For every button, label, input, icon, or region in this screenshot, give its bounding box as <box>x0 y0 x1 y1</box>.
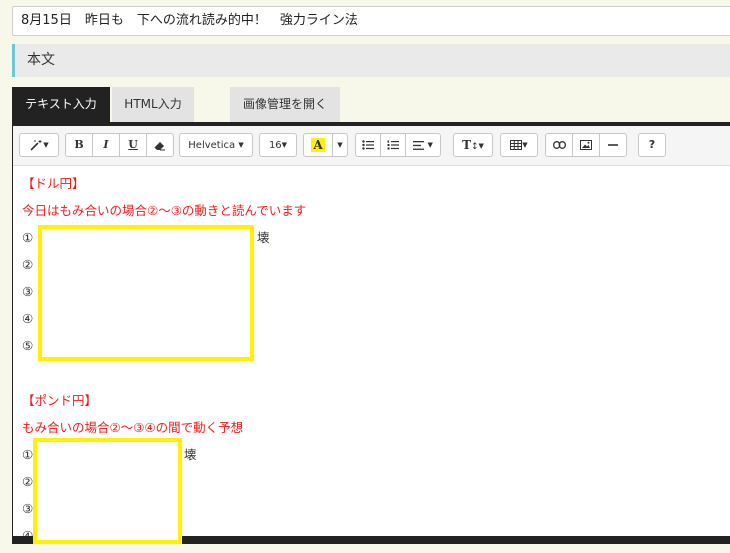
redaction-box <box>33 438 182 544</box>
font-size-value: 16 <box>268 140 282 151</box>
list-item-tail: 壊 <box>257 230 270 245</box>
list-item: ③ <box>22 284 34 299</box>
tab-text-input[interactable]: テキスト入力 <box>12 87 110 122</box>
magic-wand-icon <box>30 140 42 151</box>
pound-yen-heading: 【ポンド円】 <box>22 393 98 408</box>
align-dropdown-button[interactable]: ▼ <box>405 133 441 157</box>
pound-yen-forecast: もみ合いの場合②～③④の間で動く予想 <box>22 420 244 435</box>
font-family-dropdown[interactable]: Helvetica ▼ <box>179 133 253 157</box>
underline-button[interactable]: U <box>119 133 147 157</box>
table-dropdown-button[interactable]: ▼ <box>500 133 538 157</box>
dollar-yen-heading: 【ドル円】 <box>22 176 85 191</box>
magic-wand-button[interactable]: ▼ <box>19 133 59 157</box>
tab-html-input[interactable]: HTML入力 <box>112 87 194 122</box>
text-height-icon: T <box>462 138 471 152</box>
list-item: ② <box>22 257 34 272</box>
italic-button[interactable]: I <box>92 133 120 157</box>
redaction-box <box>38 225 254 361</box>
highlight-icon: A <box>311 138 325 152</box>
eraser-icon <box>154 141 165 150</box>
highlight-color-button[interactable]: A <box>303 133 333 157</box>
bold-button[interactable]: B <box>65 133 93 157</box>
text-size-dropdown[interactable]: T↕▼ <box>453 133 493 157</box>
align-icon <box>413 140 425 150</box>
numbered-list-button[interactable] <box>380 133 406 157</box>
table-icon <box>510 140 523 150</box>
link-button[interactable] <box>545 133 573 157</box>
chevron-down-icon: ▼ <box>337 141 343 149</box>
list-item: ① <box>22 230 34 245</box>
open-image-manager-button[interactable]: 画像管理を開く <box>230 87 340 122</box>
list-item: ⑤ <box>22 338 34 353</box>
bullet-list-icon <box>362 140 374 150</box>
color-dropdown-button[interactable]: ▼ <box>332 133 348 157</box>
numbered-list-icon <box>387 140 399 150</box>
list-item: ① <box>22 447 34 462</box>
eraser-button[interactable] <box>146 133 174 157</box>
help-button[interactable]: ? <box>638 133 666 157</box>
list-item: ④ <box>22 311 34 326</box>
font-size-dropdown[interactable]: 16▼ <box>259 133 297 157</box>
list-item-tail: 壊 <box>184 447 197 462</box>
image-icon <box>580 140 592 150</box>
horizontal-rule-icon <box>608 144 618 146</box>
section-header: 本文 <box>12 44 730 77</box>
dollar-yen-forecast: 今日はもみ合いの場合②～③の動きと読んでいます <box>22 203 307 218</box>
font-family-value: Helvetica <box>188 140 236 151</box>
list-item: ③ <box>22 501 34 516</box>
link-icon <box>552 141 566 149</box>
editor-toolbar: ▼ B I U Helvetica ▼ 16▼ A ▼ ▼ T↕▼ ▼ ? <box>13 126 730 166</box>
bullet-list-button[interactable] <box>355 133 381 157</box>
horizontal-rule-button[interactable] <box>599 133 627 157</box>
image-button[interactable] <box>572 133 600 157</box>
title-input[interactable]: 8月15日 昨日も 下への流れ読み的中！ 強力ライン法 <box>12 6 730 36</box>
list-item: ② <box>22 474 34 489</box>
